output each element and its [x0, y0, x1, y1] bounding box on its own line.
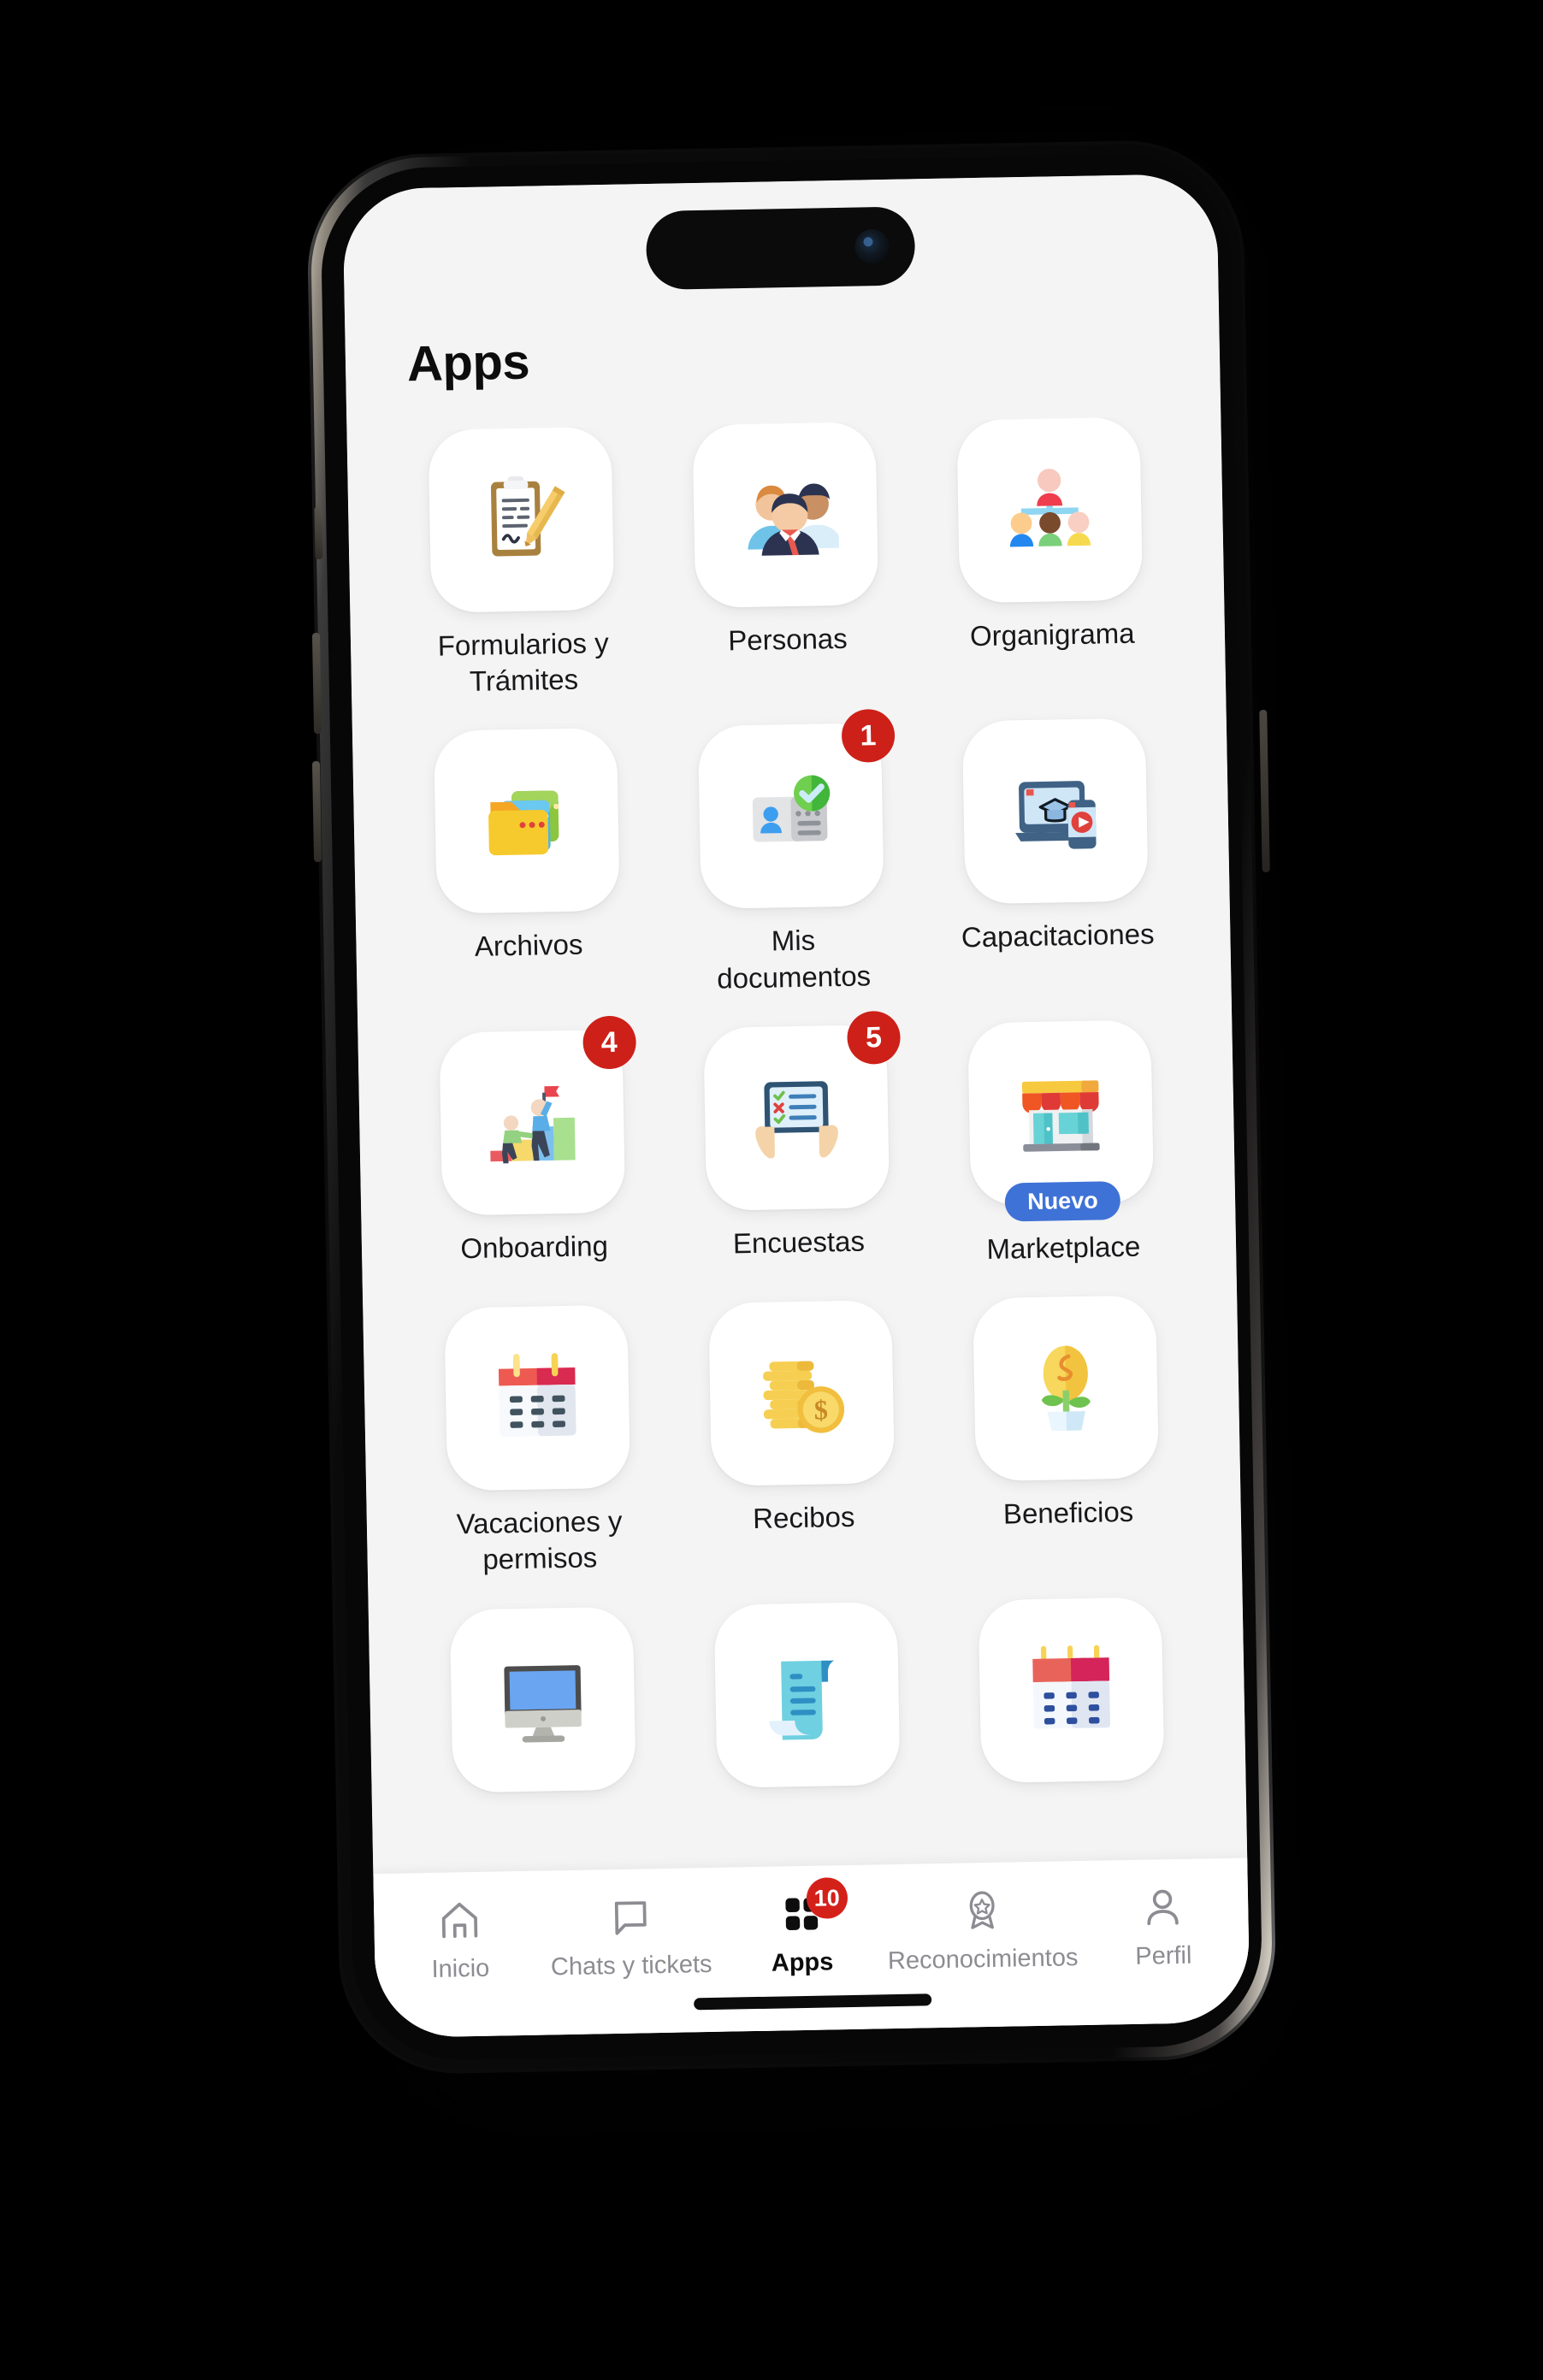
- tab-label: Chats y tickets: [550, 1950, 712, 1981]
- app-tile-wrap: Nuevo: [967, 1019, 1155, 1222]
- app-tile-capacitaciones[interactable]: Capacitaciones: [929, 718, 1183, 993]
- folder-files-icon: [433, 728, 620, 915]
- page-title: Apps: [406, 334, 530, 393]
- phone-screen: Apps Formularios y Trámites Personas Org…: [342, 173, 1250, 2039]
- app-tile-wrap: [449, 1606, 636, 1793]
- calendar-pink-icon: [978, 1596, 1165, 1783]
- app-tile-organigrama[interactable]: Organigrama: [924, 416, 1178, 692]
- app-tile-onboarding[interactable]: 4 Onboarding: [405, 1015, 659, 1279]
- notification-badge: 1: [841, 709, 896, 764]
- scroll-document-icon: [713, 1601, 901, 1788]
- tab-apps[interactable]: 10 Apps: [716, 1877, 889, 1979]
- app-screen-apps: Apps Formularios y Trámites Personas Org…: [342, 173, 1250, 2039]
- app-tile-wrap: [692, 422, 879, 609]
- app-tile-formularios-y-tr-mites[interactable]: Formularios y Trámites: [394, 426, 648, 701]
- app-tile-label: Formularios y Trámites: [437, 626, 609, 698]
- grid-apps-icon: 10: [777, 1877, 848, 1939]
- dynamic-island: [645, 206, 916, 291]
- app-tile-label: Beneficios: [1002, 1496, 1134, 1530]
- app-tile-wrap: 1: [697, 709, 896, 910]
- app-tile-wrap: [428, 426, 614, 613]
- app-tile-wrap: [956, 416, 1144, 604]
- home-icon: [435, 1896, 484, 1945]
- app-tile-wrap: 5: [703, 1010, 902, 1211]
- tab-notification-badge: 10: [806, 1877, 848, 1919]
- desktop-monitor-icon: [449, 1606, 636, 1793]
- app-tile-marketplace[interactable]: Nuevo Marketplace: [935, 1019, 1189, 1269]
- app-tile-label: Capacitaciones: [961, 918, 1155, 954]
- notification-badge: 4: [582, 1015, 636, 1070]
- app-tile-wrap: [973, 1295, 1160, 1482]
- tab-perfil[interactable]: Perfil: [1077, 1881, 1250, 1972]
- calendar-red-icon: [443, 1304, 630, 1491]
- tab-label: Reconocimientos: [887, 1944, 1079, 1975]
- app-tile-wrap: $: [708, 1300, 896, 1487]
- tab-inicio[interactable]: Inicio: [374, 1895, 547, 1986]
- storefront-icon: [967, 1019, 1155, 1207]
- app-tile-encuestas[interactable]: 5 Encuestas: [671, 1010, 925, 1273]
- person-icon: [1138, 1883, 1187, 1932]
- app-tile-label: Organigrama: [969, 617, 1135, 653]
- app-tile-row5-14[interactable]: [945, 1596, 1197, 1783]
- elearning-icon: [962, 718, 1150, 905]
- clipboard-pencil-icon: [428, 426, 614, 613]
- silence-switch[interactable]: [314, 505, 323, 560]
- app-tile-label: Onboarding: [460, 1230, 609, 1265]
- app-tile-wrap: [433, 728, 620, 915]
- phone-mockup-scene: Apps Formularios y Trámites Personas Org…: [0, 0, 1543, 2380]
- app-tile-row5-13[interactable]: [681, 1601, 933, 1788]
- app-tile-label: Archivos: [474, 929, 583, 963]
- tab-chats-y-tickets[interactable]: Chats y tickets: [545, 1892, 718, 1982]
- app-tile-label: Personas: [727, 622, 848, 657]
- app-tile-wrap: [978, 1596, 1165, 1783]
- app-tile-label: Vacaciones y permisos: [456, 1504, 623, 1576]
- app-tile-wrap: [713, 1601, 901, 1788]
- app-tile-wrap: [962, 718, 1150, 905]
- new-tag-badge: Nuevo: [1004, 1181, 1121, 1222]
- app-tile-archivos[interactable]: Archivos: [400, 728, 654, 1003]
- app-tile-personas[interactable]: Personas: [659, 421, 913, 696]
- app-tile-wrap: 4: [439, 1015, 636, 1216]
- tab-label: Inicio: [431, 1954, 490, 1983]
- apps-grid: Formularios y Trámites Personas Organigr…: [394, 416, 1197, 1793]
- app-tile-mis-documentos[interactable]: 1 Mis documentos: [665, 709, 919, 998]
- tab-label: Perfil: [1135, 1941, 1192, 1970]
- app-tile-label: Marketplace: [986, 1230, 1141, 1265]
- award-badge-icon: [958, 1887, 1007, 1935]
- app-tile-vacaciones-y-permisos[interactable]: Vacaciones y permisos: [411, 1304, 665, 1580]
- app-tile-recibos[interactable]: $ Recibos: [676, 1299, 930, 1574]
- people-group-icon: [692, 422, 879, 609]
- apps-scroll-area[interactable]: Formularios y Trámites Personas Organigr…: [346, 416, 1250, 2038]
- front-camera-icon: [854, 228, 890, 264]
- app-tile-beneficios[interactable]: Beneficios: [940, 1295, 1194, 1570]
- app-tile-label: Recibos: [752, 1501, 855, 1535]
- tab-reconocimientos[interactable]: Reconocimientos: [886, 1885, 1079, 1975]
- app-tile-wrap: [443, 1304, 630, 1491]
- app-tile-row5-12[interactable]: [417, 1606, 669, 1793]
- app-tile-label: Mis documentos: [717, 924, 872, 995]
- app-tile-label: Encuestas: [732, 1225, 866, 1260]
- money-plant-icon: [973, 1295, 1160, 1482]
- coins-stack-icon: $: [708, 1300, 896, 1487]
- chat-bubble-icon: [606, 1893, 655, 1941]
- org-chart-icon: [956, 416, 1144, 604]
- power-button[interactable]: [1259, 709, 1270, 873]
- svg-text:$: $: [813, 1395, 828, 1426]
- bottom-tab-bar: Inicio Chats y tickets 10 Apps Reconocimi…: [373, 1857, 1250, 2039]
- notification-badge: 5: [846, 1010, 902, 1065]
- tab-label: Apps: [771, 1948, 834, 1977]
